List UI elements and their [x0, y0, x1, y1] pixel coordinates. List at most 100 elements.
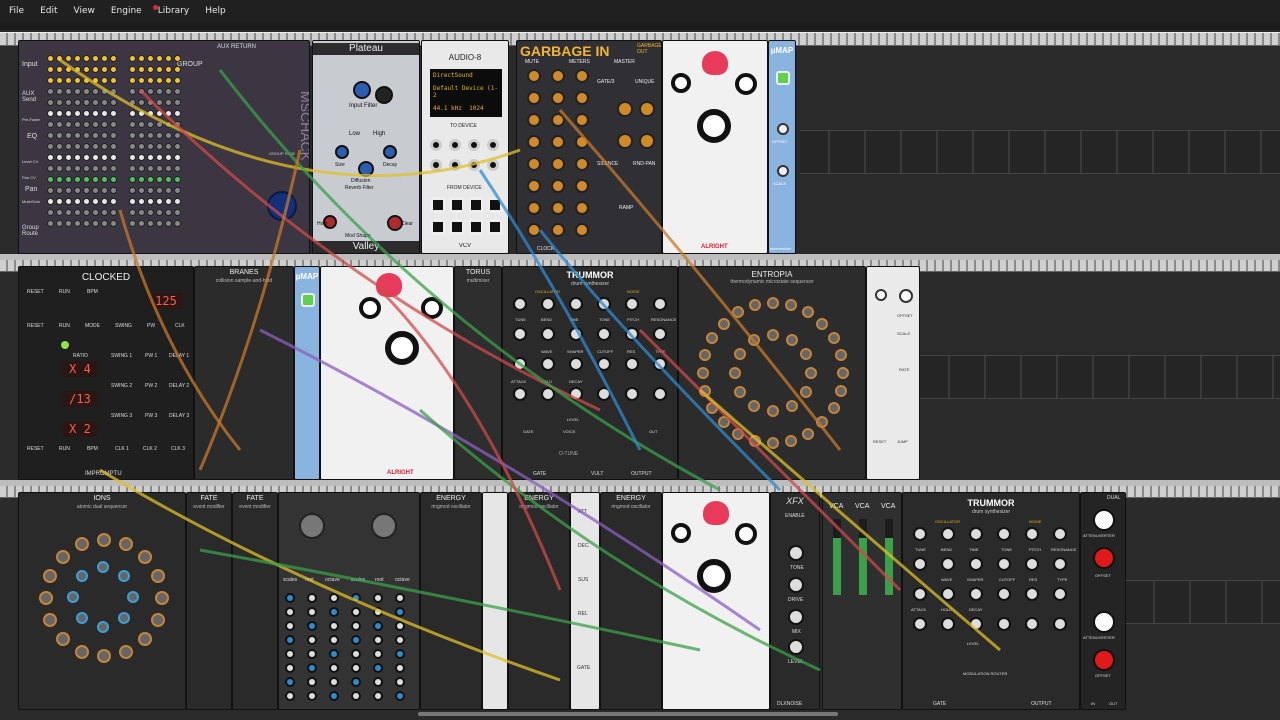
audio-input-jack[interactable] [430, 219, 446, 235]
umap-map-button[interactable] [776, 71, 790, 85]
mixer-jack[interactable] [83, 187, 90, 194]
mixer-jack[interactable] [174, 154, 181, 161]
mixer-jack[interactable] [110, 220, 117, 227]
quantizer-jack[interactable] [395, 607, 405, 617]
ions-knob[interactable] [43, 568, 58, 583]
quantizer-jack[interactable] [395, 649, 405, 659]
mixer-jack[interactable] [74, 220, 81, 227]
mixer-jack[interactable] [74, 165, 81, 172]
energy-module-3[interactable]: ENERGY ringmod oscillator [600, 492, 662, 710]
mixer-jack[interactable] [83, 55, 90, 62]
garbage-knob[interactable] [551, 91, 565, 105]
mixer-jack[interactable] [83, 176, 90, 183]
umap2-module[interactable]: µMAP [294, 266, 320, 480]
trummor-knob[interactable] [541, 357, 555, 371]
mixer-jack[interactable] [65, 132, 72, 139]
mixer-jack[interactable] [47, 220, 54, 227]
ions-knob[interactable] [138, 632, 152, 646]
garbage-knob[interactable] [527, 91, 541, 105]
mixer-jack[interactable] [138, 198, 145, 205]
menu-library[interactable]: Library [150, 0, 197, 22]
mixer-jack[interactable] [74, 176, 81, 183]
mixer-jack[interactable] [56, 77, 63, 84]
quantizer-jack[interactable] [373, 635, 383, 645]
trummor-knob[interactable] [997, 557, 1011, 571]
mixer-jack[interactable] [101, 77, 108, 84]
mixer-jack[interactable] [110, 99, 117, 106]
trummor-knob[interactable] [1025, 617, 1039, 631]
audio-output-jack[interactable] [449, 159, 461, 171]
mixer-jack[interactable] [147, 121, 154, 128]
slew2-module[interactable] [482, 492, 508, 710]
garbage-knob[interactable] [551, 69, 565, 83]
chronoblob-module[interactable]: ALRIGHT [662, 40, 768, 254]
mixer-jack[interactable] [129, 154, 136, 161]
vca-module[interactable]: VCA VCA VCA [822, 492, 902, 710]
mixer-jack[interactable] [165, 77, 172, 84]
offset-knob-1[interactable] [1093, 547, 1115, 569]
quantizer-jack[interactable] [329, 677, 339, 687]
torus-module[interactable]: TORUS multimixer [454, 266, 502, 480]
mixer-jack[interactable] [92, 121, 99, 128]
mixer-jack[interactable] [147, 143, 154, 150]
mixer-jack[interactable] [65, 88, 72, 95]
mixer-jack[interactable] [138, 143, 145, 150]
quantizer-jack[interactable] [395, 593, 405, 603]
trummor-knob[interactable] [625, 357, 639, 371]
entropia-knob[interactable] [767, 297, 779, 309]
quantizer-jack[interactable] [395, 677, 405, 687]
mixer-jack[interactable] [92, 77, 99, 84]
garbage-knob[interactable] [575, 113, 589, 127]
mixer-jack[interactable] [83, 88, 90, 95]
quantizer-jack[interactable] [373, 621, 383, 631]
quantizer-jack[interactable] [285, 663, 295, 673]
mixer-jack[interactable] [129, 99, 136, 106]
mixer-jack[interactable] [65, 143, 72, 150]
quantizer-knob-1[interactable] [299, 513, 325, 539]
mixer-jack[interactable] [147, 176, 154, 183]
trummor-knob[interactable] [513, 327, 527, 341]
mixer-jack[interactable] [47, 143, 54, 150]
quantizer-jack[interactable] [351, 593, 361, 603]
mixer-jack[interactable] [174, 110, 181, 117]
mixer-jack[interactable] [47, 209, 54, 216]
trummor-knob[interactable] [913, 617, 927, 631]
mixer-jack[interactable] [174, 121, 181, 128]
mixer-jack[interactable] [83, 77, 90, 84]
quantizer-jack[interactable] [373, 593, 383, 603]
garbage-knob[interactable] [527, 201, 541, 215]
mixer-jack[interactable] [147, 209, 154, 216]
mixer-jack[interactable] [56, 165, 63, 172]
mixer-jack[interactable] [83, 121, 90, 128]
entropia-knob[interactable] [767, 437, 779, 449]
mixer-jack[interactable] [138, 88, 145, 95]
trummor2-module[interactable]: TRUMMOR drum synthesizer OSCILLATOR NOIS… [902, 492, 1080, 710]
mixer-jack[interactable] [74, 209, 81, 216]
garbage-knob[interactable] [551, 157, 565, 171]
mixer-jack[interactable] [110, 132, 117, 139]
quantizer-jack[interactable] [329, 621, 339, 631]
quantizer-jack[interactable] [395, 663, 405, 673]
ions-knob[interactable] [67, 591, 79, 603]
trummor-knob[interactable] [997, 617, 1011, 631]
entropia-knob[interactable] [805, 367, 817, 379]
mixer-jack[interactable] [165, 110, 172, 117]
mixer-jack[interactable] [156, 176, 163, 183]
mixer-jack[interactable] [110, 198, 117, 205]
mixer-jack[interactable] [165, 66, 172, 73]
mixer-jack[interactable] [65, 66, 72, 73]
mixer-jack[interactable] [138, 121, 145, 128]
entropia-knob[interactable] [834, 385, 847, 398]
mixer-jack[interactable] [165, 55, 172, 62]
chronoblob2-module[interactable]: ALRIGHT [320, 266, 454, 480]
mixer-jack[interactable] [65, 154, 72, 161]
quantizer-module[interactable]: scales root octave scales root octave [278, 492, 420, 710]
trummor-knob[interactable] [913, 557, 927, 571]
mixer-jack[interactable] [92, 209, 99, 216]
mixer-jack[interactable] [129, 187, 136, 194]
trummor-knob[interactable] [1053, 587, 1067, 601]
mixer-jack[interactable] [65, 121, 72, 128]
chronoblob2-feedback-knob[interactable] [421, 297, 443, 319]
trummor-knob[interactable] [969, 617, 983, 631]
trummor-knob[interactable] [597, 357, 611, 371]
